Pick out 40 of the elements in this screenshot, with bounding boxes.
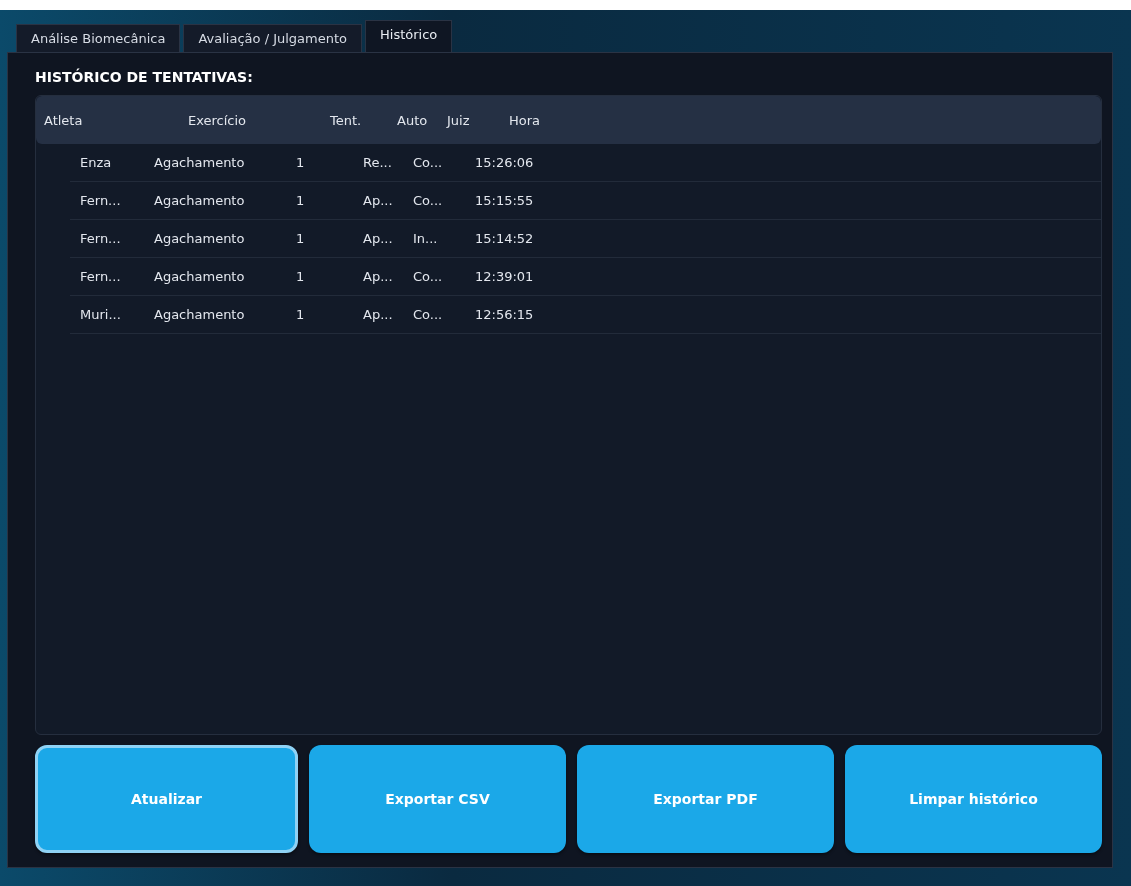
table-cell-text: Agachamento xyxy=(154,269,246,284)
table-cell-text: Agachamento xyxy=(154,307,246,322)
column-header[interactable]: Atleta xyxy=(36,112,188,128)
table-cell-text: Co... xyxy=(413,269,444,284)
tab[interactable]: Histórico xyxy=(365,20,453,52)
table-cell-text: Ap... xyxy=(363,193,394,208)
table-cell-text: 12:56:15 xyxy=(475,307,535,322)
table-cell-text: Re... xyxy=(363,155,393,170)
table-cell-text: Agachamento xyxy=(154,193,246,208)
table-cell-text: Enza xyxy=(79,155,113,170)
table-cell-text: In... xyxy=(413,231,439,246)
column-header[interactable]: Tent. xyxy=(330,112,397,128)
table-cell-text: Fern... xyxy=(79,269,122,284)
table-cell-text: 1 xyxy=(296,231,306,246)
table-cell-text: 15:14:52 xyxy=(475,231,535,246)
table-cell-text: 12:39:01 xyxy=(475,269,535,284)
table-cell-text: 1 xyxy=(296,155,306,170)
table-cell-text: Agachamento xyxy=(154,231,246,246)
table-cell-text: Fern... xyxy=(79,193,122,208)
table-cell-text: Co... xyxy=(413,155,444,170)
column-header[interactable]: Juiz xyxy=(447,112,509,128)
table-cell-text: Muri... xyxy=(79,307,122,322)
table-cell-text: 1 xyxy=(296,269,306,284)
table-cell-text: Fern... xyxy=(79,231,122,246)
table-cell-text: Ap... xyxy=(363,269,394,284)
tab[interactable]: Avaliação / Julgamento xyxy=(183,24,362,52)
column-header[interactable]: Exercício xyxy=(188,112,330,128)
table-cell-text: 15:26:06 xyxy=(475,155,535,170)
column-header[interactable]: Hora xyxy=(509,112,599,128)
table-cell-text: 15:15:55 xyxy=(475,193,535,208)
tab[interactable]: Análise Biomecânica xyxy=(16,24,181,52)
table-cell-text: 1 xyxy=(296,307,306,322)
table-cell-text: Ap... xyxy=(363,307,394,322)
table-cell-text: Agachamento xyxy=(154,155,246,170)
column-header[interactable]: Auto xyxy=(397,112,447,128)
table-cell-text: 1 xyxy=(296,193,306,208)
table-cell-text: Co... xyxy=(413,307,444,322)
table-cell-text: Ap... xyxy=(363,231,394,246)
section-heading: HISTÓRICO DE TENTATIVAS: xyxy=(35,69,254,85)
table-cell-text: Co... xyxy=(413,193,444,208)
